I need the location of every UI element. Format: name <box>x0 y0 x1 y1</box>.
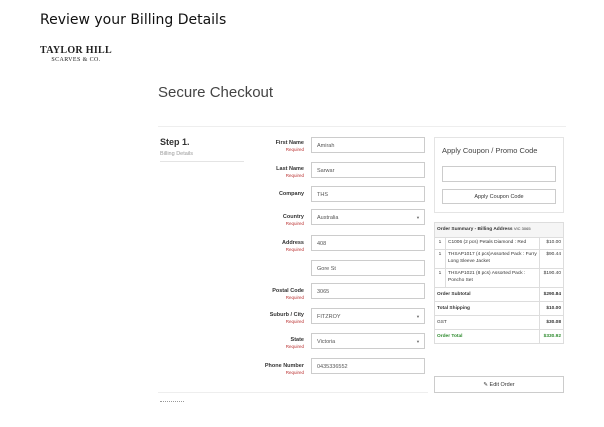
suburb-label: Suburb / City Required <box>270 312 304 324</box>
first-name-label: First Name Required <box>276 140 304 152</box>
state-label: State Required <box>286 337 304 349</box>
item-description: THSAP1021 (8 pcs) Assorted Pack : Poncho… <box>445 267 540 288</box>
apply-coupon-button[interactable]: Apply Coupon Code <box>442 189 556 204</box>
address-line2-field[interactable]: Gore St <box>311 260 425 276</box>
table-row: 1 THSAP1021 (8 pcs) Assorted Pack : Ponc… <box>434 267 564 288</box>
item-qty: 1 <box>434 236 446 250</box>
last-name-label: Last Name Required <box>276 166 304 178</box>
logo-line-1: TAYLOR HILL <box>40 45 112 56</box>
required-marker: Required <box>285 221 304 226</box>
edit-order-label: Edit Order <box>489 382 515 388</box>
country-value: Australia <box>317 215 339 221</box>
order-summary-header: Order Summary - Billing Address VIC 3065 <box>434 222 564 238</box>
item-description: C1006 (2 pcs) Petals Diamond : Red <box>445 236 540 250</box>
page-title: Secure Checkout <box>158 84 274 101</box>
postal-code-label-text: Postal Code <box>272 288 304 294</box>
company-label: Company <box>279 191 304 197</box>
item-description: THSAP1017 (4 pcs)Assorted Pack : Furry L… <box>445 248 540 269</box>
state-value: Victoria <box>317 339 336 345</box>
order-total-value: $330.92 <box>539 328 564 344</box>
company-label-text: Company <box>278 191 304 197</box>
gst-row: GST $30.08 <box>434 314 564 330</box>
gst-value: $30.08 <box>539 314 564 330</box>
summary-title-text: Order Summary - Billing Address <box>437 227 513 232</box>
shipping-row: Total Shipping $10.00 <box>434 300 564 316</box>
first-name-label-text: First Name <box>275 140 304 146</box>
phone-value: 0435336552 <box>317 364 348 370</box>
logo-line-2: SCARVES & CO. <box>51 57 101 63</box>
country-label-text: Country <box>282 214 304 220</box>
required-marker: Required <box>285 173 304 178</box>
first-name-value: Amirah <box>317 143 335 149</box>
caret-down-icon: ▼ <box>416 314 420 319</box>
coupon-input[interactable] <box>442 166 556 182</box>
required-marker: Required <box>285 344 304 349</box>
store-logo[interactable]: TAYLOR HILL SCARVES & CO. <box>40 45 112 63</box>
required-marker: Required <box>285 370 304 375</box>
order-total-row: Order Total $330.92 <box>434 328 564 344</box>
phone-label: Phone Number Required <box>265 363 304 375</box>
country-select[interactable]: Australia ▼ <box>311 209 425 225</box>
required-marker: Required <box>285 247 304 252</box>
order-summary-title: Order Summary - Billing Address VIC 3065 <box>434 222 564 238</box>
item-price: $90.44 <box>539 248 564 269</box>
required-marker: Required <box>285 295 304 300</box>
subtotal-label: Order Subtotal <box>434 286 540 302</box>
address-line1-field[interactable]: 408 <box>311 235 425 251</box>
postal-code-field[interactable]: 3065 <box>311 283 425 299</box>
address-line1-value: 408 <box>317 241 327 247</box>
step-title: Step 1. <box>160 137 190 147</box>
subtotal-value: $290.84 <box>539 286 564 302</box>
divider <box>158 392 428 393</box>
item-price: $190.40 <box>539 267 564 288</box>
state-label-text: State <box>290 337 304 343</box>
coupon-title: Apply Coupon / Promo Code <box>442 146 538 155</box>
next-step-hint <box>160 401 184 404</box>
gst-label: GST <box>434 314 540 330</box>
address-label-text: Address <box>281 240 304 246</box>
step-divider <box>160 161 244 162</box>
address-label: Address Required <box>282 240 304 252</box>
required-marker: Required <box>285 147 304 152</box>
suburb-value: FITZROY <box>317 314 341 320</box>
order-summary-table: Order Summary - Billing Address VIC 3065… <box>434 222 564 344</box>
caret-down-icon: ▼ <box>416 215 420 220</box>
first-name-field[interactable]: Amirah <box>311 137 425 153</box>
suburb-label-text: Suburb / City <box>269 312 304 318</box>
divider <box>158 126 566 127</box>
shipping-value: $10.00 <box>539 300 564 316</box>
subtotal-row: Order Subtotal $290.84 <box>434 286 564 302</box>
caret-down-icon: ▼ <box>416 339 420 344</box>
postal-code-label: Postal Code Required <box>272 288 304 300</box>
pencil-icon: ✎ <box>483 382 488 388</box>
table-row: 1 THSAP1017 (4 pcs)Assorted Pack : Furry… <box>434 248 564 269</box>
postal-code-value: 3065 <box>317 289 330 295</box>
edit-order-button[interactable]: ✎ Edit Order <box>434 376 564 393</box>
address-line2-value: Gore St <box>317 266 336 272</box>
summary-title-suffix: VIC 3065 <box>513 226 531 231</box>
item-price: $10.00 <box>539 236 564 250</box>
last-name-value: Sarwar <box>317 168 335 174</box>
step-header: Step 1. Billing Details <box>160 137 245 162</box>
coupon-panel: Apply Coupon / Promo Code Apply Coupon C… <box>434 137 564 213</box>
company-value: THS <box>317 192 328 198</box>
country-label: Country Required <box>283 214 304 226</box>
shipping-label: Total Shipping <box>434 300 540 316</box>
state-select[interactable]: Victoria ▼ <box>311 333 425 349</box>
page-caption: Review your Billing Details <box>40 12 227 28</box>
phone-field[interactable]: 0435336552 <box>311 358 425 374</box>
last-name-label-text: Last Name <box>276 166 304 172</box>
item-qty: 1 <box>434 267 446 288</box>
suburb-select[interactable]: FITZROY ▼ <box>311 308 425 324</box>
company-field[interactable]: THS <box>311 186 425 202</box>
table-row: 1 C1006 (2 pcs) Petals Diamond : Red $10… <box>434 236 564 250</box>
item-qty: 1 <box>434 248 446 269</box>
step-subtitle: Billing Details <box>160 151 194 157</box>
required-marker: Required <box>285 319 304 324</box>
phone-label-text: Phone Number <box>264 363 304 369</box>
last-name-field[interactable]: Sarwar <box>311 162 425 178</box>
order-total-label: Order Total <box>434 328 540 344</box>
